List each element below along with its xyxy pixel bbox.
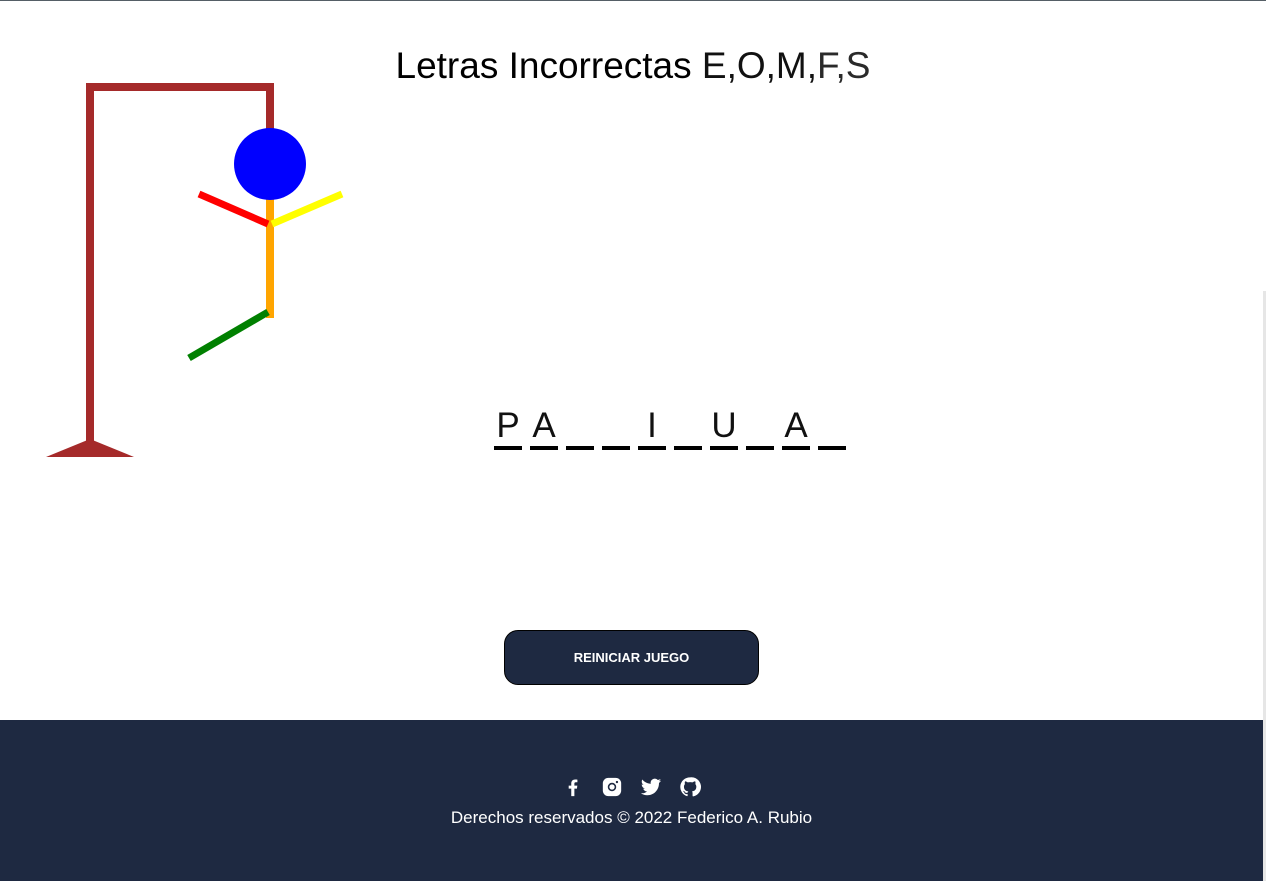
copyright-text: Derechos reservados © 2022 Federico A. R… bbox=[450, 808, 813, 827]
letter: A bbox=[784, 406, 808, 445]
letter-slot: I bbox=[638, 404, 666, 450]
letter-slot bbox=[602, 404, 630, 450]
wrong-letters-label: Letras Incorrectas bbox=[395, 45, 702, 86]
letter-slot: P bbox=[494, 404, 522, 450]
letter-slot bbox=[566, 404, 594, 450]
gallows-base bbox=[46, 439, 134, 457]
facebook-icon[interactable] bbox=[562, 776, 584, 798]
letter-slot bbox=[674, 404, 702, 450]
letter: U bbox=[711, 406, 737, 445]
twitter-icon[interactable] bbox=[640, 776, 662, 798]
hangman-left-leg bbox=[187, 308, 270, 362]
letter-underline bbox=[782, 446, 810, 450]
letter: I bbox=[647, 406, 657, 445]
letter: A bbox=[532, 406, 556, 445]
wrong-letters-list: E,O,M,F,S bbox=[702, 45, 871, 86]
letter-underline bbox=[530, 446, 558, 450]
letter-underline bbox=[494, 446, 522, 450]
letter-underline bbox=[638, 446, 666, 450]
letter-slot bbox=[746, 404, 774, 450]
restart-game-button[interactable]: REINICIAR JUEGO bbox=[504, 630, 759, 685]
hangman-right-arm bbox=[270, 190, 344, 228]
game-page: Letras Incorrectas E,O,M,F,S P A I U A R… bbox=[0, 0, 1266, 881]
footer: Derechos reservados © 2022 Federico A. R… bbox=[0, 720, 1263, 881]
github-icon[interactable] bbox=[679, 776, 701, 798]
letter-underline bbox=[710, 446, 738, 450]
wrong-letters-light: F,S bbox=[817, 45, 871, 86]
letter: P bbox=[496, 406, 520, 445]
letter-underline bbox=[818, 446, 846, 450]
letter-slot bbox=[818, 404, 846, 450]
wrong-letters-dark: E,O,M, bbox=[701, 45, 818, 86]
letter-slot: A bbox=[782, 404, 810, 450]
letter-slot: U bbox=[710, 404, 738, 450]
wrong-letters-heading: Letras Incorrectas E,O,M,F,S bbox=[0, 45, 1266, 87]
letter-slot: A bbox=[530, 404, 558, 450]
gallows bbox=[46, 83, 274, 457]
hangman-head bbox=[234, 128, 306, 200]
letter-underline bbox=[674, 446, 702, 450]
instagram-icon[interactable] bbox=[601, 776, 623, 798]
letter-underline bbox=[746, 446, 774, 450]
hangman-left-arm bbox=[197, 190, 270, 228]
secret-word: P A I U A bbox=[494, 404, 846, 450]
letter-underline bbox=[602, 446, 630, 450]
social-links bbox=[0, 776, 1263, 798]
letter-underline bbox=[566, 446, 594, 450]
